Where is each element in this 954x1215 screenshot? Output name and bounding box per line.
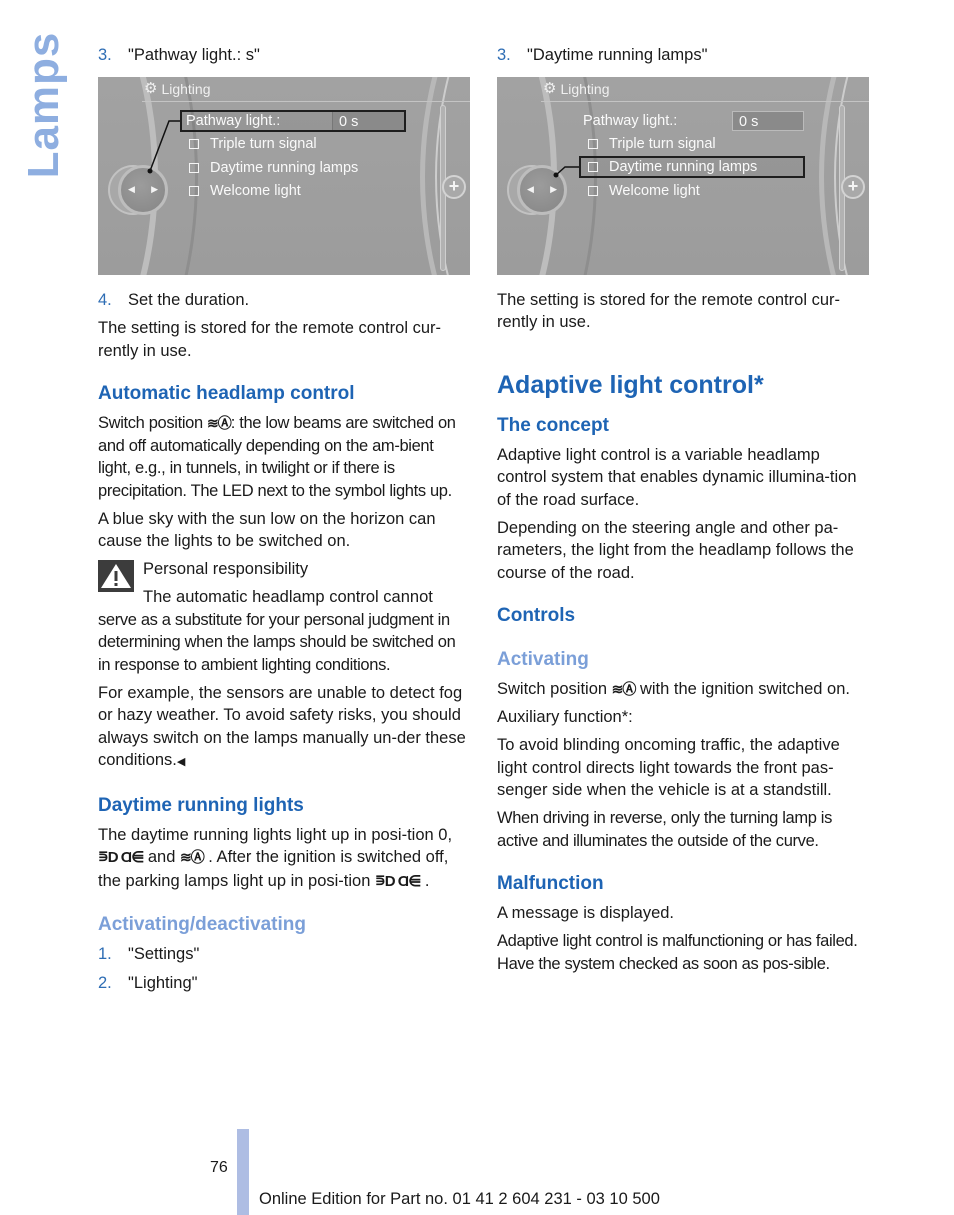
parking-lights-symbol-icon: ⋾D Ɑ⋹: [375, 872, 421, 890]
leader-line: [147, 119, 180, 173]
concept-para1: Adaptive light control is a variable hea…: [497, 445, 857, 509]
leader-line: [553, 165, 579, 177]
page-number: 76: [210, 1159, 228, 1176]
heading-the-concept: The concept: [497, 414, 609, 436]
step-text: "Pathway light.: s": [128, 46, 260, 64]
chapter-tab-label: Lamps: [19, 31, 68, 179]
warning-body: serve as a substitute for your personal …: [98, 610, 456, 674]
auto-headlamp-para1: Switch position ≋Ⓐ: the low beams are sw…: [98, 412, 470, 502]
step-text: "Settings": [128, 945, 200, 963]
warning-line1: The automatic headlamp control cannot: [143, 588, 433, 606]
text-fragment: Switch position: [98, 414, 208, 432]
chapter-tab: Lamps: [19, 32, 68, 179]
heading-automatic-headlamp-control: Automatic headlamp control: [98, 383, 355, 404]
heading-malfunction: Malfunction: [497, 873, 604, 894]
text-fragment: with the ignition switched on.: [635, 680, 850, 698]
step-1-settings: 1. "Settings": [98, 943, 470, 966]
warning-triangle-icon: [98, 560, 134, 592]
text-fragment: Switch position: [497, 680, 612, 698]
heading-adaptive-light-control: Adaptive light control*: [497, 370, 764, 399]
step-number: 2.: [98, 973, 112, 992]
step-text: "Lighting": [128, 973, 198, 992]
malfunction-para2: Adaptive light control is malfunctioning…: [497, 932, 858, 973]
footer-edition: Online Edition for Part no. 01 41 2 604 …: [259, 1190, 660, 1208]
parking-lights-symbol-icon: ⋾D Ɑ⋹: [98, 849, 144, 866]
heading-activating: Activating: [497, 649, 589, 670]
right-column: 3. "Daytime running lamps" ⚙ Lighting Pa…: [497, 44, 869, 981]
text-fragment: .: [420, 871, 430, 890]
footer-accent-bar: [237, 1129, 249, 1215]
auxiliary-para2: When driving in reverse, only the turnin…: [497, 809, 833, 850]
step-number: 4.: [98, 290, 112, 309]
auto-headlamp-para3: For example, the sensors are unable to d…: [98, 682, 470, 774]
step-3-pathway: 3. "Pathway light.: s": [98, 44, 470, 67]
warning-title: Personal responsibility: [143, 560, 309, 578]
stored-note: The setting is stored for the remote con…: [98, 319, 441, 360]
auto-headlight-symbol-icon: ≋Ⓐ: [179, 849, 205, 865]
step-2-lighting: 2. "Lighting": [98, 972, 470, 995]
heading-activating-deactivating: Activating/deactivating: [98, 914, 306, 935]
idrive-screen-daytime: ⚙ Lighting Pathway light.: 0 s Triple tu…: [497, 76, 869, 275]
concept-para2: Depending on the steering angle and othe…: [497, 518, 854, 582]
heading-daytime-running-lights: Daytime running lights: [98, 794, 304, 816]
step-3-daytime-running-lamps: 3. "Daytime running lamps": [497, 44, 869, 67]
stored-note: The setting is stored for the remote con…: [497, 290, 840, 332]
text-fragment: The daytime running lights light up in p…: [98, 825, 453, 844]
auto-headlight-symbol-icon: ≋Ⓐ: [207, 415, 232, 431]
auxiliary-function-label: Auxiliary function*:: [497, 708, 633, 726]
heading-controls: Controls: [497, 605, 576, 626]
text-fragment: and: [143, 848, 180, 866]
malfunction-para1: A message is displayed.: [497, 904, 675, 922]
daytime-para: The daytime running lights light up in p…: [98, 824, 470, 894]
step-4-set-duration: 4. Set the duration.: [98, 289, 470, 312]
step-number: 3.: [98, 46, 112, 64]
step-number: 1.: [98, 945, 112, 963]
text-fragment: For example, the sensors are unable to d…: [98, 683, 466, 770]
auto-headlight-symbol-icon: ≋Ⓐ: [611, 681, 637, 697]
auto-headlamp-para2: A blue sky with the sun low on the horiz…: [98, 509, 436, 551]
auxiliary-para1: To avoid blinding oncoming traffic, the …: [497, 736, 840, 799]
idrive-screen-pathway: ⚙ Lighting Pathway light.: 0 s Triple tu…: [98, 76, 470, 275]
step-number: 3.: [497, 46, 511, 64]
activating-para: Switch position ≋Ⓐ with the ignition swi…: [497, 678, 869, 701]
warning-block: Personal responsibility The automatic he…: [98, 558, 470, 609]
step-text: "Daytime running lamps": [527, 46, 708, 64]
step-text: Set the duration.: [128, 290, 250, 309]
end-of-section-icon: ◀: [176, 756, 186, 768]
left-column: 3. "Pathway light.: s" ⚙ Lighting Pathwa…: [98, 44, 470, 1000]
